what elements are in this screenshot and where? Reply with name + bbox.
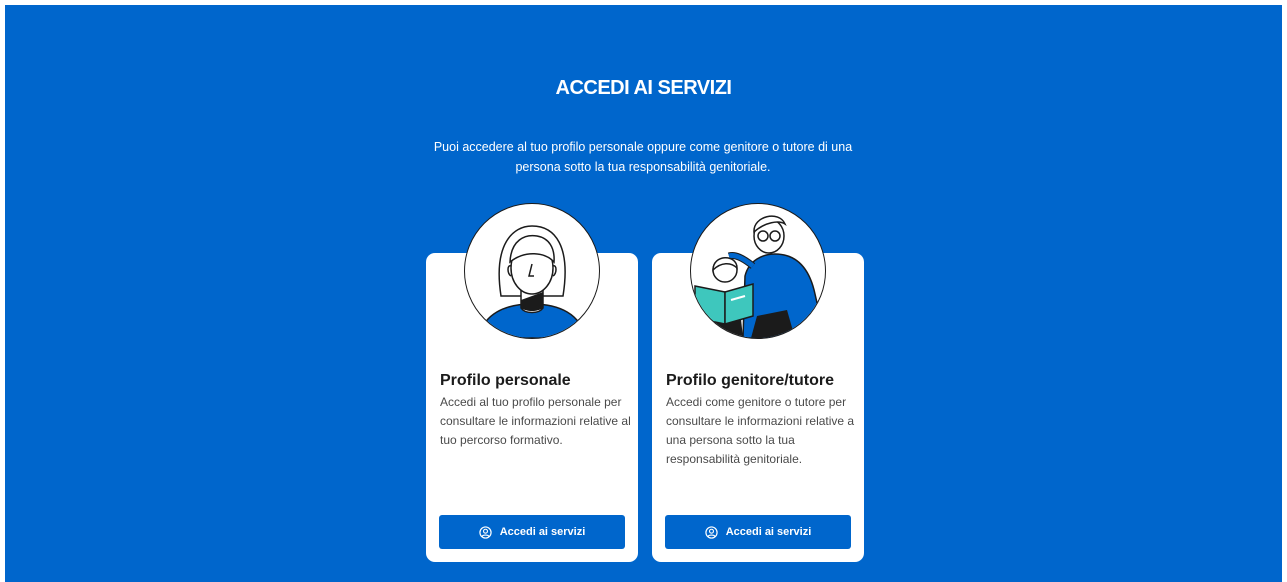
parent-and-child-reading-illustration — [690, 203, 826, 339]
card-title: Profilo genitore/tutore — [666, 372, 834, 389]
card-personal-profile: Profilo personale Accedi al tuo profilo … — [426, 203, 638, 562]
card-title: Profilo personale — [440, 372, 571, 389]
access-services-button[interactable]: Accedi ai servizi — [439, 515, 625, 549]
card-parent-profile: Profilo genitore/tutore Accedi come geni… — [652, 203, 864, 562]
access-services-label: Accedi ai servizi — [499, 526, 586, 538]
person-portrait-illustration — [464, 203, 600, 339]
user-circle-icon — [705, 525, 718, 539]
access-services-button[interactable]: Accedi ai servizi — [665, 515, 851, 549]
user-circle-icon — [479, 525, 492, 539]
card-description: Accedi al tuo profilo personale per cons… — [440, 395, 631, 447]
card-description: Accedi come genitore o tutore per consul… — [666, 395, 855, 466]
page-background: ACCEDI AI SERVIZI Puoi accedere al tuo p… — [5, 5, 1282, 582]
page-title: ACCEDI AI SERVIZI — [555, 77, 732, 99]
access-services-label: Accedi ai servizi — [725, 526, 812, 538]
page-subtitle: Puoi accedere al tuo profilo personale o… — [433, 140, 853, 174]
